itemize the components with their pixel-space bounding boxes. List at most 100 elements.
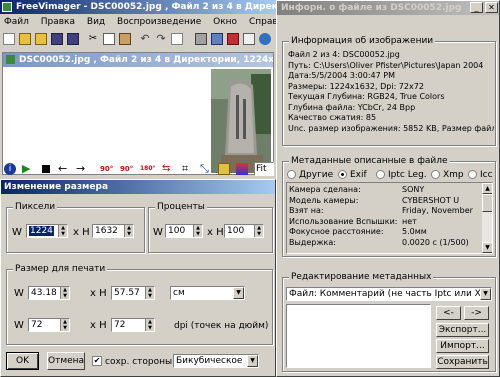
info-close-button[interactable]: ✕ <box>485 2 498 13</box>
red-eye-icon[interactable] <box>218 163 230 175</box>
info-line-file-depth: Глубина файла: YCbCr, 24 Bpp <box>288 102 416 112</box>
import-button-label: Импорт... <box>440 341 485 351</box>
keep-ratio-checkbox[interactable]: ✔ <box>92 356 102 366</box>
next-field-button[interactable]: -> <box>464 306 489 320</box>
dpi-height-arrows[interactable]: ▲ ▼ <box>145 319 154 331</box>
scroll-thumb[interactable] <box>482 194 492 212</box>
ok-button-label: OK <box>16 356 29 366</box>
rotate-90-cw-icon[interactable]: 90° <box>120 163 133 175</box>
menu-file[interactable]: Файл <box>4 17 29 27</box>
metadata-row: Фокусное расстояние: 5.0мм <box>287 227 481 238</box>
radio-other-label: Другие <box>299 170 334 180</box>
image-info-group: Информация об изображении Файл 2 из 4: D… <box>282 36 496 146</box>
print-size-group: Размер для печати W 43.18 ▲ ▼ x H 57.57 ▲… <box>6 264 273 345</box>
new-file-icon[interactable] <box>3 33 15 45</box>
menu-play[interactable]: Воспроизведение <box>117 17 201 27</box>
metadata-key: Выдержка: <box>289 237 336 247</box>
resample-method-select[interactable]: Бикубическое ▼ <box>173 354 259 368</box>
save-icon[interactable] <box>51 33 63 45</box>
resize-icon[interactable]: ⤡ <box>200 163 212 175</box>
copy-icon[interactable] <box>103 33 115 45</box>
menu-window[interactable]: Окно <box>213 17 237 27</box>
undo-icon[interactable]: ↶ <box>139 33 151 45</box>
percent-height-spinner[interactable]: 100 ▲ ▼ <box>224 224 264 238</box>
import-button[interactable]: Импорт... <box>436 339 489 353</box>
cancel-button[interactable]: Отмена <box>47 352 85 370</box>
radio-iptc[interactable] <box>376 170 385 179</box>
radio-icc-label: Icc <box>480 170 493 180</box>
scroll-down-arrow-icon[interactable]: ▼ <box>482 242 492 253</box>
info-minimize-button[interactable]: _ <box>470 2 483 13</box>
print-size-group-label: Размер для печати <box>13 264 108 274</box>
radio-exif[interactable] <box>338 170 347 179</box>
print-height-arrows[interactable]: ▲ ▼ <box>145 287 154 299</box>
print-width-spinner[interactable]: 43.18 ▲ ▼ <box>28 286 70 300</box>
print-icon[interactable] <box>195 33 207 45</box>
rotate-90-ccw-icon[interactable]: 90° <box>100 163 113 175</box>
info-line-date: Дата:5/5/2004 3:00:47 PM <box>288 71 395 80</box>
info-line-size: Unc. размер изображения: 5852 KB, Размер… <box>288 123 494 133</box>
percent-width-arrows[interactable]: ▲ ▼ <box>193 225 202 237</box>
document-title-bar[interactable]: DSC00052.jpg , Файл 2 из 4 в Директории,… <box>3 53 273 67</box>
zoom-combo[interactable]: Fit <box>254 162 274 176</box>
scroll-up-arrow-icon[interactable]: ▲ <box>482 183 492 194</box>
scan-icon[interactable] <box>211 33 223 45</box>
menu-view[interactable]: Вид <box>87 17 105 27</box>
pixels-width-spinner[interactable]: 1224 ▲ ▼ <box>26 224 68 238</box>
rotate-180-icon[interactable]: 180° <box>140 163 156 175</box>
color-icon[interactable] <box>236 163 248 175</box>
info-icon[interactable]: i <box>4 163 16 175</box>
main-title-bar[interactable]: FreeVimager - DSC00052.jpg , Файл 2 из 4… <box>0 0 276 14</box>
export-button[interactable]: Экспорт... <box>436 323 489 337</box>
percent-height-arrows[interactable]: ▲ ▼ <box>254 225 263 237</box>
redo-icon[interactable]: ↷ <box>155 33 167 45</box>
save-metadata-button[interactable]: Сохранить <box>436 355 489 369</box>
menu-edit[interactable]: Правка <box>41 17 75 27</box>
crop-icon[interactable]: ⌗ <box>182 163 194 175</box>
info-title-bar[interactable]: Инфорн. о файле из DSC00052.jpg <box>277 1 499 15</box>
open-folder-2-icon[interactable] <box>35 33 47 45</box>
flip-icon[interactable]: ⇆ <box>162 163 174 175</box>
cut-icon[interactable]: ✂ <box>87 33 99 45</box>
radio-other[interactable] <box>287 170 296 179</box>
ok-button[interactable]: OK <box>6 352 39 370</box>
metadata-key: Взят на: <box>289 206 324 215</box>
stop-icon[interactable] <box>40 163 52 175</box>
email-icon[interactable] <box>243 33 255 45</box>
pdf-icon[interactable] <box>227 33 239 45</box>
metadata-field-select[interactable]: Файл: Комментарий (не часть Iptc или Xmp… <box>286 287 492 301</box>
paste-icon[interactable] <box>119 33 131 45</box>
unit-select[interactable]: см ▼ <box>170 286 245 300</box>
info-title-text: Инфорн. о файле из DSC00052.jpg <box>281 3 462 13</box>
metadata-list[interactable]: Камера сделана: SONY Модель камеры: CYBERS… <box>286 182 493 254</box>
web-icon[interactable] <box>259 33 271 45</box>
print-height-spinner[interactable]: 57.57 ▲ ▼ <box>111 286 155 300</box>
resize-dialog-title-bar[interactable]: Изменение размера <box>1 180 275 194</box>
radio-xmp[interactable] <box>431 170 440 179</box>
metadata-scrollbar[interactable]: ▲ ▼ <box>481 183 492 253</box>
next-icon[interactable]: → <box>76 163 88 175</box>
open-folder-icon[interactable] <box>19 33 31 45</box>
pixels-width-arrows[interactable]: ▲ ▼ <box>58 225 67 237</box>
previous-icon[interactable]: ← <box>58 163 70 175</box>
percent-width-spinner[interactable]: 100 ▲ ▼ <box>165 224 203 238</box>
resample-method-dropdown-arrow[interactable]: ▼ <box>247 355 258 367</box>
print-width-arrows[interactable]: ▲ ▼ <box>60 287 69 299</box>
dpi-height-spinner[interactable]: 72 ▲ ▼ <box>111 318 155 332</box>
pixels-height-spinner[interactable]: 1632 ▲ ▼ <box>92 224 134 238</box>
unit-dropdown-arrow[interactable]: ▼ <box>233 287 244 299</box>
dpi-width-spinner[interactable]: 72 ▲ ▼ <box>28 318 70 332</box>
prev-field-button[interactable]: <- <box>436 306 461 320</box>
unit-value: см <box>173 288 185 298</box>
dpi-note: dpi (точек на дюйм) <box>174 321 269 331</box>
radio-icc[interactable] <box>468 170 477 179</box>
save-as-icon[interactable] <box>67 33 79 45</box>
pixels-height-arrows[interactable]: ▲ ▼ <box>124 225 133 237</box>
metadata-row: Взят на: Friday, November <box>287 206 481 217</box>
play-icon[interactable]: ▶ <box>22 163 34 175</box>
metadata-field-dropdown-arrow[interactable]: ▼ <box>480 288 491 300</box>
delete-icon[interactable] <box>171 33 183 45</box>
dpi-width-arrows[interactable]: ▲ ▼ <box>60 319 69 331</box>
metadata-edit-textarea[interactable] <box>286 304 431 368</box>
image-info-text: Файл 2 из 4: DSC00052.jpg Путь: C:\Users… <box>288 50 494 134</box>
